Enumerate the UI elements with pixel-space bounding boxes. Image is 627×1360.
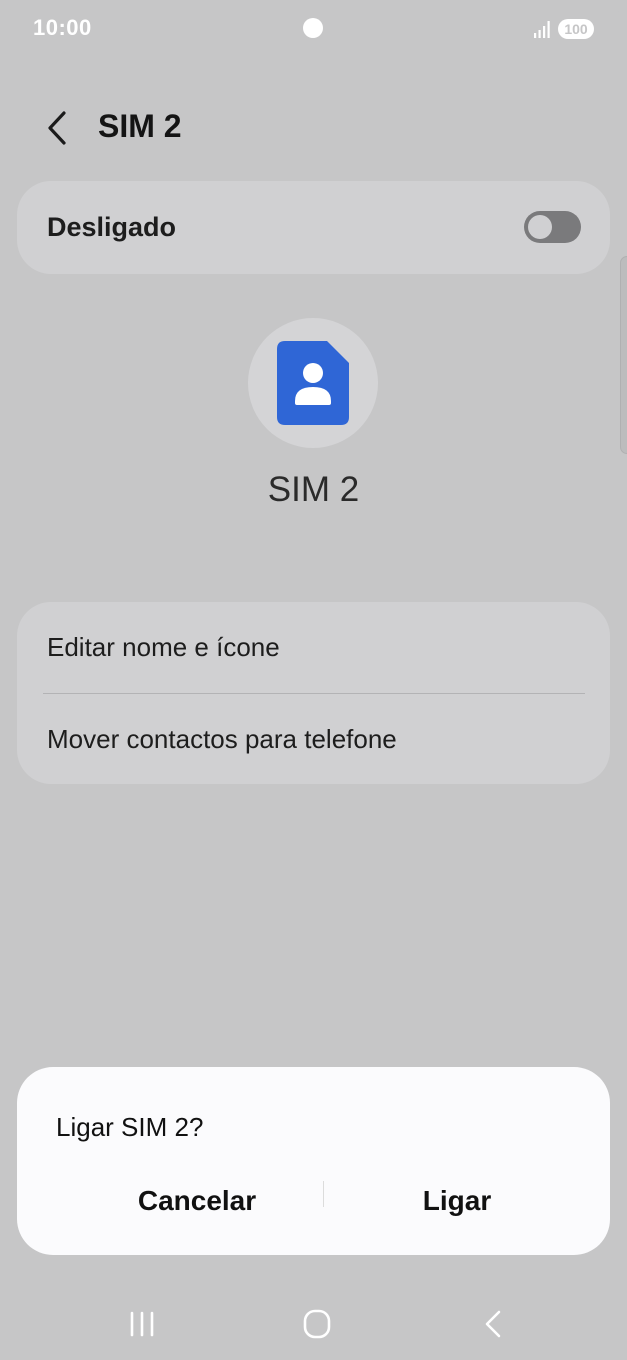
nav-back-button[interactable] <box>473 1304 513 1344</box>
signal-bars-icon <box>534 21 550 38</box>
back-button[interactable] <box>38 106 78 150</box>
recents-icon <box>130 1311 154 1337</box>
sim-toggle-row[interactable]: Desligado <box>17 181 610 274</box>
page-title: SIM 2 <box>98 108 182 144</box>
status-time: 10:00 <box>33 15 92 40</box>
toggle-status-label: Desligado <box>47 212 177 242</box>
navigation-bar <box>0 1290 627 1354</box>
option-label: Mover contactos para telefone <box>47 724 397 754</box>
toggle-knob <box>528 215 552 239</box>
home-icon <box>303 1309 331 1339</box>
camera-cutout <box>303 18 323 38</box>
enable-sim-dialog: Ligar SIM 2? Cancelar Ligar <box>17 1067 610 1255</box>
sim-name-label: SIM 2 <box>267 470 360 509</box>
move-contacts-option[interactable]: Mover contactos para telefone <box>17 694 610 784</box>
sim-avatar <box>248 318 378 448</box>
option-label: Editar nome e ícone <box>47 632 280 662</box>
home-button[interactable] <box>297 1304 337 1344</box>
dialog-title: Ligar SIM 2? <box>56 1112 204 1142</box>
cancel-button[interactable]: Cancelar <box>77 1173 317 1229</box>
chevron-left-icon <box>48 111 66 145</box>
edge-panel-handle[interactable] <box>620 256 627 454</box>
settings-screen: 10:00 100 SIM 2 Desligado SIM 2 Editar n… <box>0 0 627 1360</box>
sim-card-person-icon <box>277 341 349 425</box>
battery-icon: 100 <box>558 19 594 39</box>
confirm-button[interactable]: Ligar <box>337 1173 577 1229</box>
recents-button[interactable] <box>122 1304 162 1344</box>
back-icon <box>485 1310 501 1338</box>
edit-name-icon-option[interactable]: Editar nome e ícone <box>17 602 610 692</box>
dialog-button-separator <box>323 1181 324 1207</box>
sim-toggle-switch[interactable] <box>524 211 581 243</box>
options-card: Editar nome e ícone Mover contactos para… <box>17 602 610 784</box>
status-bar: 10:00 100 <box>0 0 627 58</box>
